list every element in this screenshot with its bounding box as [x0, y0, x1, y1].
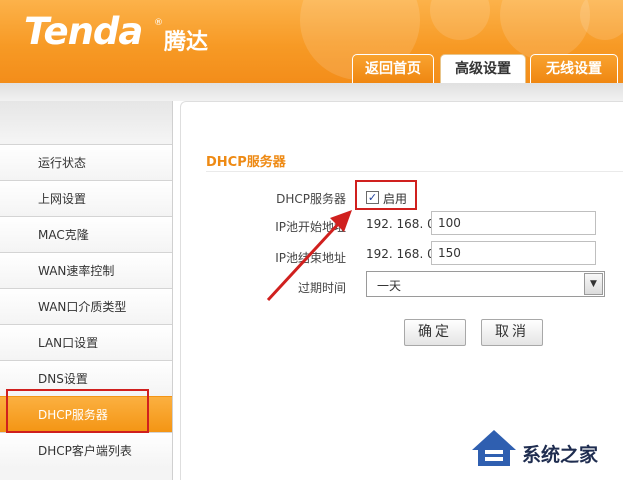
annotation-arrow [266, 210, 352, 302]
watermark-text: 系统之家 [522, 444, 599, 466]
watermark-house-icon [472, 430, 516, 466]
